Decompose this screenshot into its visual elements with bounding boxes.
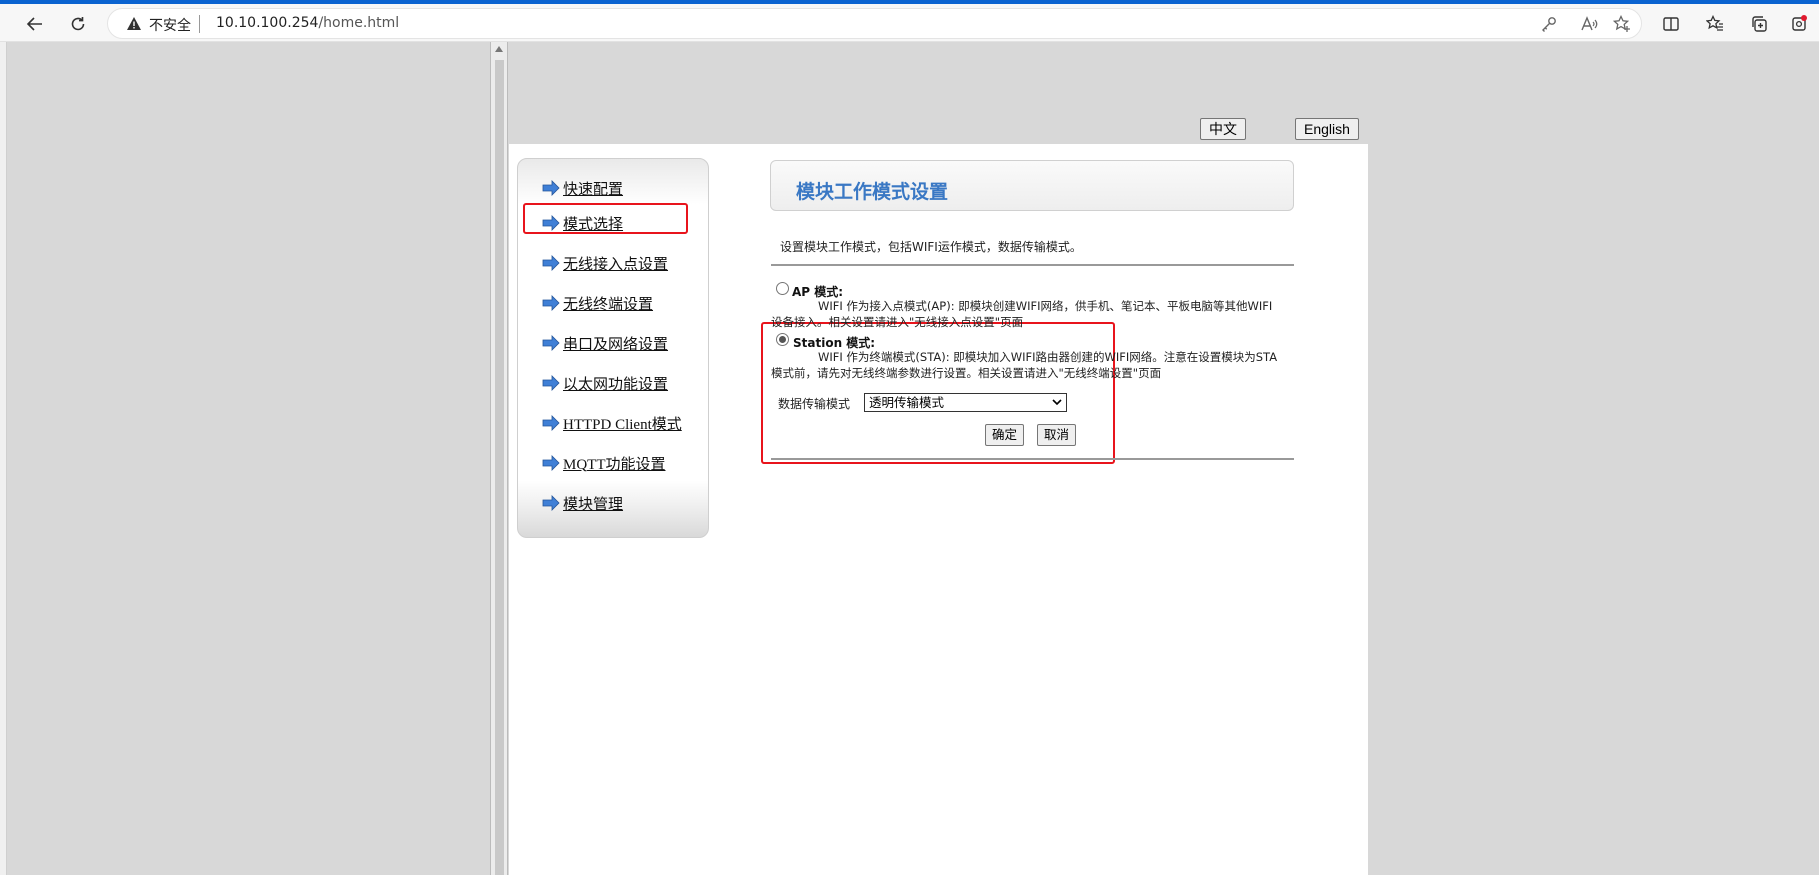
arrow-right-icon (542, 255, 560, 271)
menu-item-label: 模块管理 (563, 496, 624, 513)
menu-item-mode-select[interactable]: 模式选择 (542, 212, 623, 234)
url-host: 10.10.100.254 (216, 15, 319, 31)
reload-button[interactable] (64, 10, 92, 38)
url-path: /home.html (318, 15, 400, 31)
ap-mode-description-2: 设备接入。相关设置请进入"无线接入点设置"页面 (771, 315, 1024, 329)
arrow-right-icon (542, 180, 560, 196)
transfer-mode-label: 数据传输模式 (778, 397, 851, 411)
chevron-down-icon (1052, 399, 1062, 406)
collections-button[interactable] (1745, 10, 1773, 38)
menu-item-serial-network[interactable]: 串口及网络设置 (542, 332, 668, 354)
menu-item-label: HTTPD Client模式 (563, 416, 682, 433)
page-description: 设置模块工作模式，包括WIFI运作模式，数据传输模式。 (780, 240, 1082, 254)
menu-item-label: 快速配置 (563, 181, 624, 198)
menu-item-quick-config[interactable]: 快速配置 (542, 177, 623, 199)
split-screen-button[interactable] (1657, 10, 1685, 38)
key-icon[interactable] (1540, 15, 1558, 33)
url-text[interactable]: 10.10.100.254/home.html (216, 15, 399, 31)
arrow-right-icon (542, 415, 560, 431)
menu-item-mqtt[interactable]: MQTT功能设置 (542, 452, 666, 474)
station-mode-description-2: 模式前，请先对无线终端参数进行设置。相关设置请进入"无线终端设置"页面 (771, 366, 1162, 380)
arrow-right-icon (542, 335, 560, 351)
sidebar-menu: 快速配置 模式选择 无线接入点设置 无线终端设置 串口及网络设置 以太网功能设置… (517, 158, 709, 538)
arrow-right-icon (542, 295, 560, 311)
arrow-right-icon (542, 495, 560, 511)
favorites-button[interactable] (1701, 10, 1729, 38)
divider (771, 458, 1294, 460)
menu-item-label: 串口及网络设置 (563, 336, 669, 353)
favorite-add-icon[interactable] (1613, 15, 1631, 33)
transfer-mode-value: 透明传输模式 (869, 395, 945, 410)
favorites-icon (1706, 15, 1723, 31)
scroll-up-icon[interactable] (495, 46, 503, 52)
warning-icon (127, 17, 141, 30)
menu-item-label: 模式选择 (563, 216, 624, 233)
menu-item-label: 以太网功能设置 (563, 376, 669, 393)
ap-mode-radio[interactable] (776, 282, 789, 295)
menu-item-label: 无线终端设置 (563, 296, 654, 313)
ap-mode-description: WIFI 作为接入点模式(AP): 即模块创建WIFI网络，供手机、笔记本、平板… (818, 299, 1273, 313)
frame-scrollbar[interactable] (490, 42, 508, 875)
scroll-thumb[interactable] (495, 60, 504, 875)
notification-dot (1801, 15, 1807, 21)
arrow-right-icon (542, 375, 560, 391)
menu-item-ethernet[interactable]: 以太网功能设置 (542, 372, 668, 394)
confirm-button[interactable]: 确定 (985, 424, 1025, 446)
menu-item-module-mgmt[interactable]: 模块管理 (542, 492, 623, 514)
section-header: 模块工作模式设置 (770, 160, 1294, 211)
split-screen-icon (1663, 17, 1679, 31)
extensions-button[interactable] (1785, 10, 1813, 38)
divider (771, 264, 1294, 266)
transfer-mode-select[interactable]: 透明传输模式 (864, 393, 1067, 412)
menu-item-httpd-client[interactable]: HTTPD Client模式 (542, 412, 682, 434)
station-mode-description: WIFI 作为终端模式(STA): 即模块加入WIFI路由器创建的WIFI网络。… (818, 350, 1278, 364)
chinese-lang-button[interactable]: 中文 (1200, 118, 1246, 140)
collections-icon (1752, 16, 1767, 32)
menu-item-label: MQTT功能设置 (563, 456, 666, 473)
address-bar[interactable]: 不安全 10.10.100.254/home.html (107, 8, 1642, 39)
menu-item-ap-settings[interactable]: 无线接入点设置 (542, 252, 668, 274)
read-aloud-icon[interactable] (1580, 15, 1598, 33)
english-lang-button[interactable]: English (1295, 118, 1359, 140)
station-mode-radio[interactable] (776, 333, 789, 346)
cancel-button[interactable]: 取消 (1037, 424, 1077, 446)
menu-item-label: 无线接入点设置 (563, 256, 669, 273)
security-label[interactable]: 不安全 (149, 15, 191, 35)
back-button[interactable] (21, 10, 49, 38)
menu-item-sta-settings[interactable]: 无线终端设置 (542, 292, 653, 314)
page-title: 模块工作模式设置 (796, 181, 949, 203)
arrow-right-icon (542, 455, 560, 471)
page-left-edge (0, 42, 7, 875)
reload-icon (71, 17, 85, 31)
address-divider (199, 15, 200, 33)
arrow-left-icon (26, 17, 42, 31)
browser-toolbar: 不安全 10.10.100.254/home.html (0, 4, 1819, 42)
arrow-right-icon (542, 215, 560, 231)
